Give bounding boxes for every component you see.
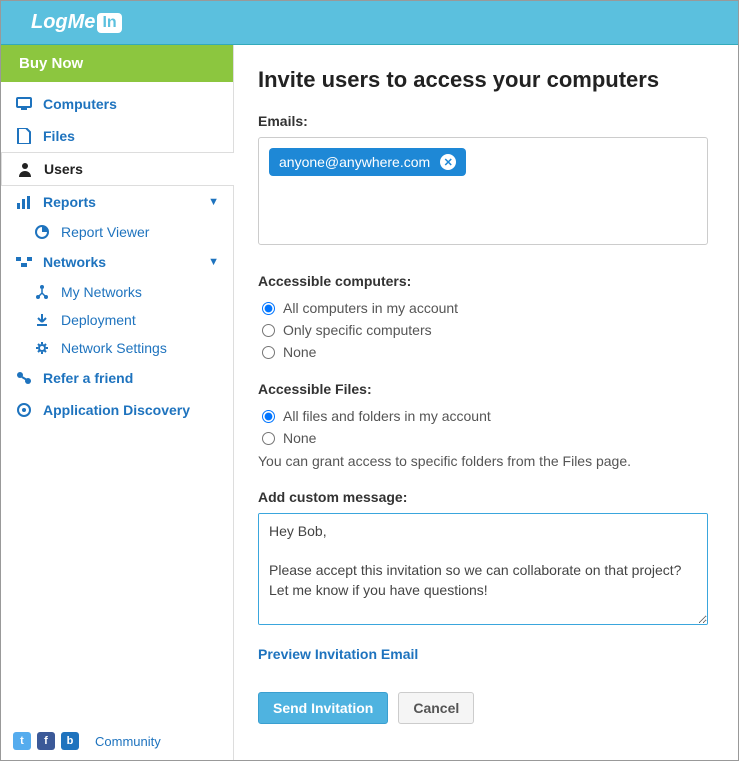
sidebar-subitem-label: Network Settings xyxy=(61,340,167,356)
user-icon xyxy=(16,161,34,177)
sidebar-item-computers[interactable]: Computers xyxy=(1,88,233,120)
buy-now-button[interactable]: Buy Now xyxy=(1,45,233,82)
logo-badge: In xyxy=(97,13,121,33)
top-bar: LogMe In xyxy=(1,1,738,45)
files-option-all[interactable]: All files and folders in my account xyxy=(258,405,708,427)
files-option-none[interactable]: None xyxy=(258,427,708,449)
computers-option-all[interactable]: All computers in my account xyxy=(258,297,708,319)
logo: LogMe In xyxy=(31,11,122,34)
app-window: LogMe In Buy Now Computers Files xyxy=(0,0,739,761)
radio-label: None xyxy=(283,430,316,446)
computers-option-none[interactable]: None xyxy=(258,341,708,363)
sidebar-subitem-report-viewer[interactable]: Report Viewer xyxy=(1,218,233,246)
network-icon xyxy=(15,256,33,268)
sidebar-item-label: Refer a friend xyxy=(43,370,133,386)
radio-input[interactable] xyxy=(262,302,275,315)
sidebar-subitem-label: Deployment xyxy=(61,312,136,328)
tree-icon xyxy=(33,285,51,299)
page-title: Invite users to access your computers xyxy=(258,67,708,93)
pie-icon xyxy=(33,225,51,239)
radio-input[interactable] xyxy=(262,432,275,445)
logo-text: LogMe xyxy=(31,11,95,34)
actions: Send Invitation Cancel xyxy=(258,692,708,724)
preview-email-link[interactable]: Preview Invitation Email xyxy=(258,646,418,662)
send-invitation-button[interactable]: Send Invitation xyxy=(258,692,388,724)
sidebar-item-label: Users xyxy=(44,161,83,177)
computers-label: Accessible computers: xyxy=(258,273,708,289)
emails-label: Emails: xyxy=(258,113,708,129)
emails-input[interactable]: anyone@anywhere.com ✕ xyxy=(258,137,708,245)
download-icon xyxy=(33,313,51,327)
close-icon[interactable]: ✕ xyxy=(440,154,456,170)
share-icon xyxy=(15,371,33,385)
cancel-button[interactable]: Cancel xyxy=(398,692,474,724)
target-icon xyxy=(15,402,33,418)
sidebar-item-users[interactable]: Users xyxy=(1,152,234,186)
chevron-down-icon: ▼ xyxy=(208,256,219,268)
sidebar-subitem-network-settings[interactable]: Network Settings xyxy=(1,334,233,362)
files-label: Accessible Files: xyxy=(258,381,708,397)
sidebar-footer: t f b Community xyxy=(1,722,233,760)
gear-icon xyxy=(33,341,51,355)
computers-radio-group: All computers in my account Only specifi… xyxy=(258,297,708,363)
sidebar-subitem-label: My Networks xyxy=(61,284,142,300)
sidebar-item-label: Computers xyxy=(43,96,117,112)
custom-message-textarea[interactable] xyxy=(258,513,708,625)
twitter-icon[interactable]: t xyxy=(13,732,31,750)
email-chip: anyone@anywhere.com ✕ xyxy=(269,148,466,176)
nav: Computers Files Users xyxy=(1,82,233,722)
radio-input[interactable] xyxy=(262,410,275,423)
community-link[interactable]: Community xyxy=(95,734,161,749)
radio-label: All computers in my account xyxy=(283,300,458,316)
sidebar-item-label: Networks xyxy=(43,254,106,270)
monitor-icon xyxy=(15,97,33,111)
files-hint: You can grant access to specific folders… xyxy=(258,453,708,469)
sidebar-subitem-deployment[interactable]: Deployment xyxy=(1,306,233,334)
radio-label: None xyxy=(283,344,316,360)
files-radio-group: All files and folders in my account None xyxy=(258,405,708,449)
radio-label: All files and folders in my account xyxy=(283,408,491,424)
radio-input[interactable] xyxy=(262,324,275,337)
computers-option-specific[interactable]: Only specific computers xyxy=(258,319,708,341)
sidebar-item-files[interactable]: Files xyxy=(1,120,233,152)
file-icon xyxy=(15,128,33,144)
message-label: Add custom message: xyxy=(258,489,708,505)
sidebar-item-networks[interactable]: Networks ▼ xyxy=(1,246,233,278)
radio-input[interactable] xyxy=(262,346,275,359)
sidebar: Buy Now Computers Files xyxy=(1,45,234,760)
chevron-down-icon: ▼ xyxy=(208,196,219,208)
sidebar-item-label: Files xyxy=(43,128,75,144)
bar-chart-icon xyxy=(15,195,33,209)
sidebar-item-refer-friend[interactable]: Refer a friend xyxy=(1,362,233,394)
main-content: Invite users to access your computers Em… xyxy=(234,45,738,760)
sidebar-subitem-label: Report Viewer xyxy=(61,224,149,240)
sidebar-item-app-discovery[interactable]: Application Discovery xyxy=(1,394,233,426)
sidebar-item-label: Application Discovery xyxy=(43,402,190,418)
blog-icon[interactable]: b xyxy=(61,732,79,750)
email-chip-text: anyone@anywhere.com xyxy=(279,154,430,170)
sidebar-subitem-my-networks[interactable]: My Networks xyxy=(1,278,233,306)
radio-label: Only specific computers xyxy=(283,322,432,338)
facebook-icon[interactable]: f xyxy=(37,732,55,750)
sidebar-item-reports[interactable]: Reports ▼ xyxy=(1,186,233,218)
sidebar-item-label: Reports xyxy=(43,194,96,210)
